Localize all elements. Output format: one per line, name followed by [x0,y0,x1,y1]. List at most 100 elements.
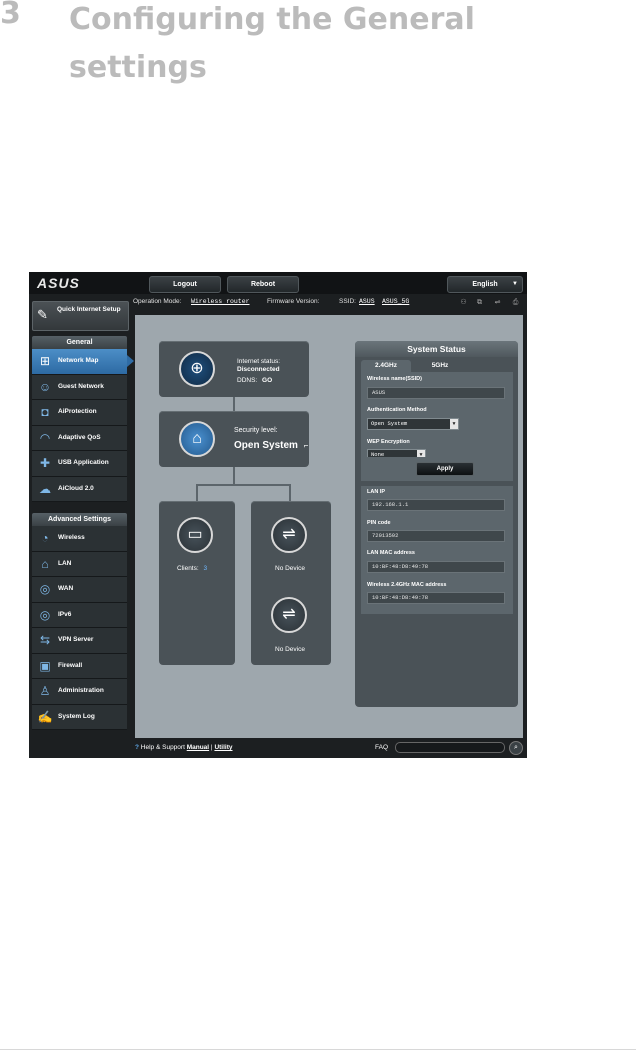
ssid-field-label: Wireless name(SSID) [367,376,422,382]
sidebar-item-label: Network Map [58,357,99,364]
globe-icon: ◎ [39,607,51,622]
internet-status-card[interactable]: ⊕ Internet status: Disconnected DDNS: GO [159,341,309,397]
wifi-icon: ◔ [41,531,49,545]
section-number: 3 [0,0,21,31]
sidebar-item-aiprotection[interactable]: ◘ AiProtection [32,400,127,426]
sidebar-item-administration[interactable]: ♙ Administration [32,679,127,705]
advanced-header: Advanced Settings [32,513,127,526]
usb-2-status: No Device [275,646,305,653]
sidebar-item-label: Guest Network [58,382,104,390]
sidebar-item-label: Administration [58,687,104,694]
sidebar-item-wan[interactable]: ◎ WAN [32,577,127,603]
operation-bar: Operation Mode: Wireless router Firmware… [133,295,527,309]
reboot-button[interactable]: Reboot [227,276,299,293]
sidebar-item-lan[interactable]: ⌂ LAN [32,551,127,577]
ssid-field[interactable]: ASUS [367,387,505,399]
connector-line [233,397,235,411]
sidebar-item-adaptive-qos[interactable]: ◠ Adaptive QoS [32,425,127,451]
sidebar-item-label: AiProtection [58,408,97,415]
clients-row: Clients: 3 [177,565,207,572]
router-security-card[interactable]: ⌂ Security level: Open System ⌐ [159,411,309,467]
globe-icon: ◎ [39,582,51,596]
sidebar-item-usb-application[interactable]: ✚ USB Application [32,451,127,477]
quick-internet-setup-button[interactable]: ✎ Quick Internet Setup [32,301,129,331]
security-level-value: Open System [234,440,298,451]
language-select[interactable]: English ▼ [447,276,523,293]
gauge-icon: ◠ [39,430,51,445]
advanced-nav: Advanced Settings ◔ Wireless ⌂ LAN ◎ WAN… [32,513,127,730]
operation-mode-label: Operation Mode: [133,298,182,305]
users-icon: ☺ [38,379,52,394]
sidebar-item-label: IPv6 [58,610,72,618]
lock-icon: ◘ [41,405,49,419]
help-support: ? Help & Support Manual | Utility [135,744,233,751]
system-status-title: System Status [355,341,518,357]
security-level-label: Security level: [234,427,278,434]
sidebar-item-label: AiCloud 2.0 [58,484,94,492]
search-icon[interactable]: ⌕ [509,741,523,755]
unlock-icon: ⌐ [303,441,309,450]
operation-mode-link[interactable]: Wireless router [191,295,250,309]
sidebar-item-ipv6[interactable]: ◎ IPv6 [32,602,127,628]
tab-2-4ghz[interactable]: 2.4GHz [361,360,411,372]
users-icon[interactable]: ⚇ [459,298,468,307]
network-map-panel: ⊕ Internet status: Disconnected DDNS: GO… [135,315,523,738]
tab-5ghz[interactable]: 5GHz [415,360,465,372]
lan-mac-label: LAN MAC address [367,550,415,556]
wep-encryption-label: WEP Encryption [367,439,410,445]
log-icon: ✍ [37,709,53,724]
ddns-go-link[interactable]: GO [262,377,272,384]
ssid-link-1[interactable]: ASUS [359,295,375,309]
sidebar-item-label: USB Application [58,459,109,466]
apply-row: Apply [361,457,513,481]
section-title: Configuring the General settings [69,2,475,85]
sidebar-item-network-map[interactable]: ⊞ Network Map [32,349,134,375]
system-status-panel: System Status 2.4GHz 5GHz Wireless name(… [355,341,518,707]
footer-separator: | [210,744,213,751]
sidebar-item-label: System Log [58,712,95,720]
lan-ip-label: LAN IP [367,489,386,495]
faq-label: FAQ [375,744,389,751]
sidebar-item-firewall[interactable]: ▣ Firewall [32,653,127,679]
lan-mac-value: 10:BF:48:D8:49:78 [367,561,505,573]
faq-search-input[interactable] [395,742,505,753]
sidebar-item-vpn-server[interactable]: ⇆ VPN Server [32,628,127,654]
ddns-label: DDNS: [237,377,258,384]
footer-bar: ? Help & Support Manual | Utility FAQ ⌕ [29,738,527,758]
lan-ip-value: 192.168.1.1 [367,499,505,511]
router-screenshot: ASUS Logout Reboot English ▼ Operation M… [29,272,527,758]
utility-link[interactable]: Utility [214,744,232,751]
sidebar-item-aicloud[interactable]: ☁ AiCloud 2.0 [32,476,127,502]
apply-button[interactable]: Apply [416,462,474,476]
sidebar-item-system-log[interactable]: ✍ System Log [32,704,127,730]
ssid-link-2[interactable]: ASUS_5G [382,295,409,309]
sidebar-item-guest-network[interactable]: ☺ Guest Network [32,374,127,400]
printer-icon[interactable]: ⎙ [511,298,520,307]
sidebar-item-label: Wireless [58,534,85,541]
logout-button[interactable]: Logout [149,276,221,293]
security-level-row: Open System ⌐ [234,440,308,451]
auth-method-select[interactable]: Open System ▼ [367,418,459,430]
router-icon: ⌂ [179,421,215,457]
sidebar-item-label: VPN Server [58,636,94,643]
status-icons: ⚇ ⧉ ⇌ ⎙ [459,298,525,307]
language-value: English [472,281,498,288]
clients-count[interactable]: 3 [204,565,208,572]
sidebar-item-label: Firewall [58,661,83,669]
auth-method-value: Open System [371,420,408,427]
chevron-down-icon: ▼ [512,281,518,287]
sidebar-item-wireless[interactable]: ◔ Wireless [32,526,127,552]
usb-card[interactable]: ⇌ No Device ⇌ No Device [251,501,331,665]
clients-card[interactable]: ▭ Clients: 3 [159,501,235,665]
vpn-icon: ⇆ [39,633,51,647]
usb-icon[interactable]: ⇌ [493,298,502,307]
copy-icon[interactable]: ⧉ [475,298,484,307]
auth-method-label: Authentication Method [367,407,427,413]
general-nav: General ⊞ Network Map ☺ Guest Network ◘ … [32,336,134,502]
pin-code-value: 72013502 [367,530,505,542]
manual-link[interactable]: Manual [187,744,209,751]
connector-line [196,484,198,501]
lan-info-section: LAN IP 192.168.1.1 PIN code 72013502 LAN… [361,486,513,614]
chevron-down-icon: ▼ [450,419,458,429]
internet-status-label: Internet status: [237,358,280,365]
